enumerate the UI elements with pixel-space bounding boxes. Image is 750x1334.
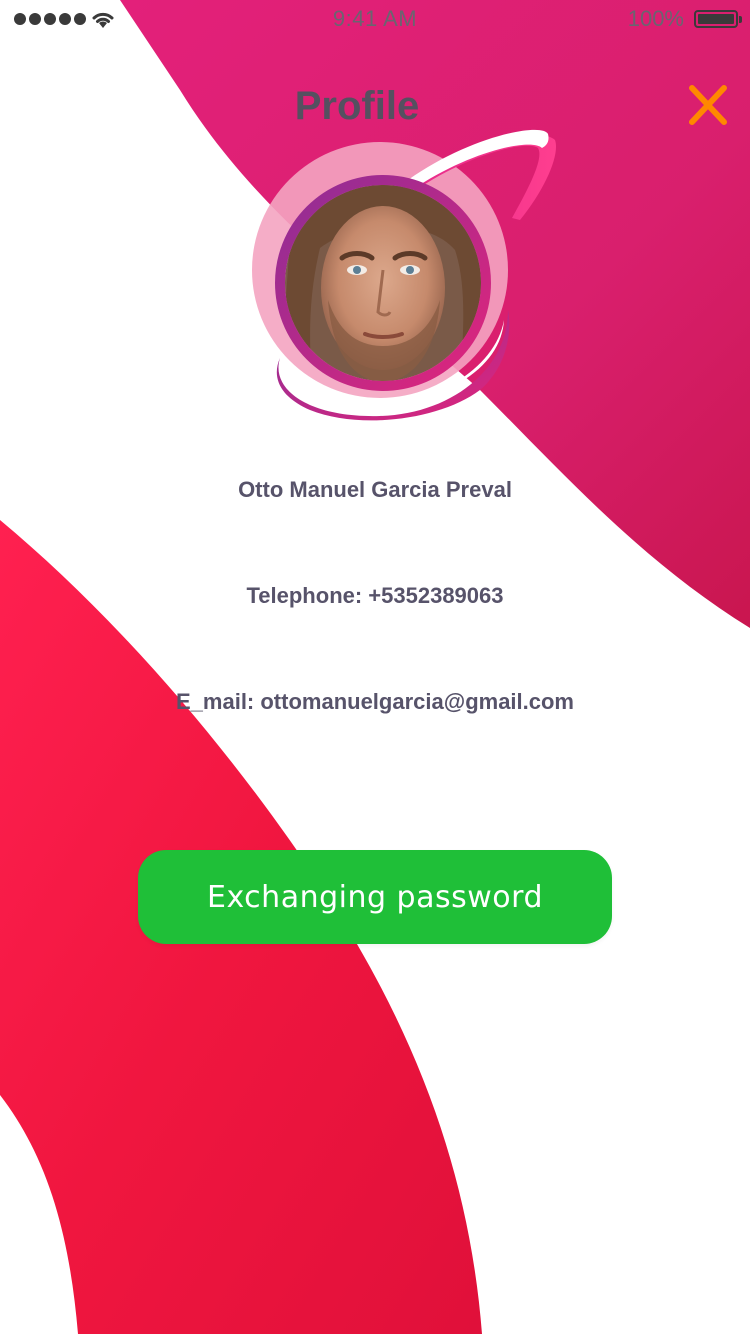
profile-avatar bbox=[250, 120, 570, 430]
exchange-password-button[interactable]: Exchanging password bbox=[138, 850, 612, 944]
close-icon[interactable] bbox=[684, 82, 732, 130]
profile-email: E_mail: ottomanuelgarcia@gmail.com bbox=[176, 689, 574, 714]
battery-percent: 100% bbox=[627, 6, 684, 31]
profile-telephone: Telephone: +5352389063 bbox=[246, 583, 504, 608]
battery-icon bbox=[694, 10, 742, 28]
profile-screen: 9:41 AM 100% Profile Otto Manuel Garcia … bbox=[0, 0, 750, 1334]
status-bar: 9:41 AM 100% bbox=[0, 0, 750, 40]
profile-name: Otto Manuel Garcia Preval bbox=[238, 477, 512, 502]
